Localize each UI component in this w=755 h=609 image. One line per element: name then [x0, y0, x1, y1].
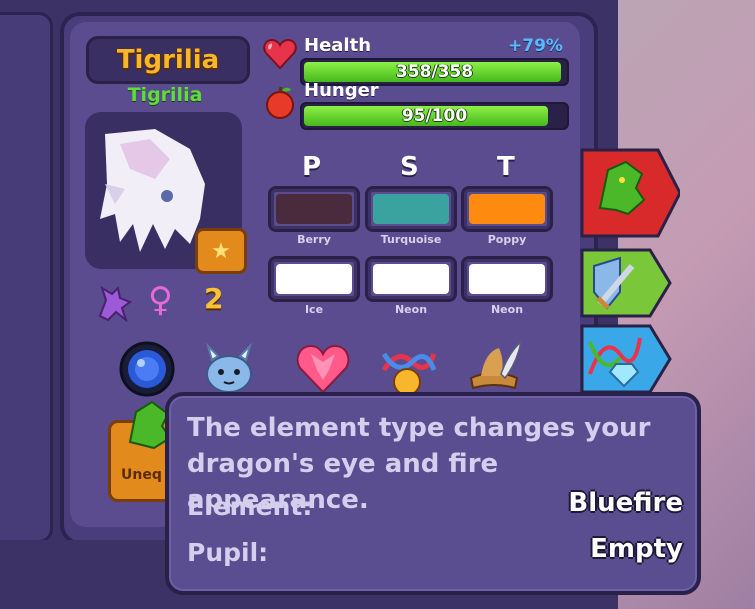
horned-pet-icon[interactable]: [200, 340, 258, 398]
equipment-tab[interactable]: [580, 248, 672, 324]
pupil-label: Pupil:: [187, 538, 269, 567]
color-swatch[interactable]: [268, 256, 360, 302]
element-label: Element:: [187, 492, 313, 521]
color-swatch[interactable]: [461, 256, 553, 302]
color-swatch[interactable]: [461, 186, 553, 232]
health-heart-icon: [263, 38, 297, 70]
color-swatch-label: Ice: [304, 303, 324, 316]
health-label: Health: [304, 35, 372, 56]
color-swatch[interactable]: [365, 256, 457, 302]
dna-diamond-tab-icon: [580, 324, 672, 394]
hunger-value: 95/100: [401, 106, 468, 126]
species-dragon-icon: [98, 285, 133, 322]
dragon-name: Tigrilia: [116, 45, 220, 75]
color-swatch-label: Neon: [490, 303, 524, 316]
element-value: Bluefire: [568, 488, 683, 518]
color-swatch-fill: [373, 264, 449, 294]
element-tooltip: The element type changes your dragon's e…: [165, 392, 701, 595]
genetics-tab[interactable]: [580, 324, 672, 400]
color-swatch[interactable]: [365, 186, 457, 232]
star-icon: ★: [211, 238, 231, 264]
favorite-star-button[interactable]: ★: [195, 228, 247, 274]
tertiary-color-header: T: [497, 152, 515, 182]
female-gender-icon: ♀: [148, 280, 173, 320]
color-swatch-fill: [469, 194, 545, 224]
dragon-image: [100, 129, 205, 252]
hunger-apple-icon: [266, 86, 294, 119]
health-bonus: +79%: [508, 36, 563, 56]
left-panel: [0, 12, 53, 543]
color-swatch-label: Neon: [394, 303, 428, 316]
color-swatch-label: Berry: [297, 233, 331, 246]
dragon-tab-icon: [580, 148, 680, 238]
hunger-label: Hunger: [304, 80, 379, 101]
color-swatch[interactable]: [268, 186, 360, 232]
dna-medal-icon[interactable]: [378, 340, 436, 398]
color-swatch-fill: [276, 194, 352, 224]
color-swatch-label: Poppy: [487, 233, 527, 246]
dragon-level: 2: [204, 282, 224, 315]
element-orb-icon[interactable]: [118, 340, 176, 398]
pupil-value: Empty: [590, 534, 683, 564]
feathered-hat-icon[interactable]: [465, 338, 523, 396]
unequip-label: Uneq: [121, 467, 162, 483]
primary-color-header: P: [302, 152, 322, 182]
color-swatch-fill: [373, 194, 449, 224]
color-swatch-fill: [469, 264, 545, 294]
dragon-name-plate: Tigrilia: [86, 36, 250, 84]
sword-shield-tab-icon: [580, 248, 672, 318]
dragon-traits: ♀ 2: [96, 278, 246, 328]
hunger-bar: 95/100: [300, 102, 569, 130]
dragon-species-name: Tigrilia: [127, 84, 203, 106]
color-swatch-label: Turquoise: [380, 233, 442, 246]
secondary-color-header: S: [400, 152, 419, 182]
dragon-tab[interactable]: [580, 148, 680, 238]
color-swatch-fill: [276, 264, 352, 294]
heart-gem-icon[interactable]: [294, 340, 352, 398]
